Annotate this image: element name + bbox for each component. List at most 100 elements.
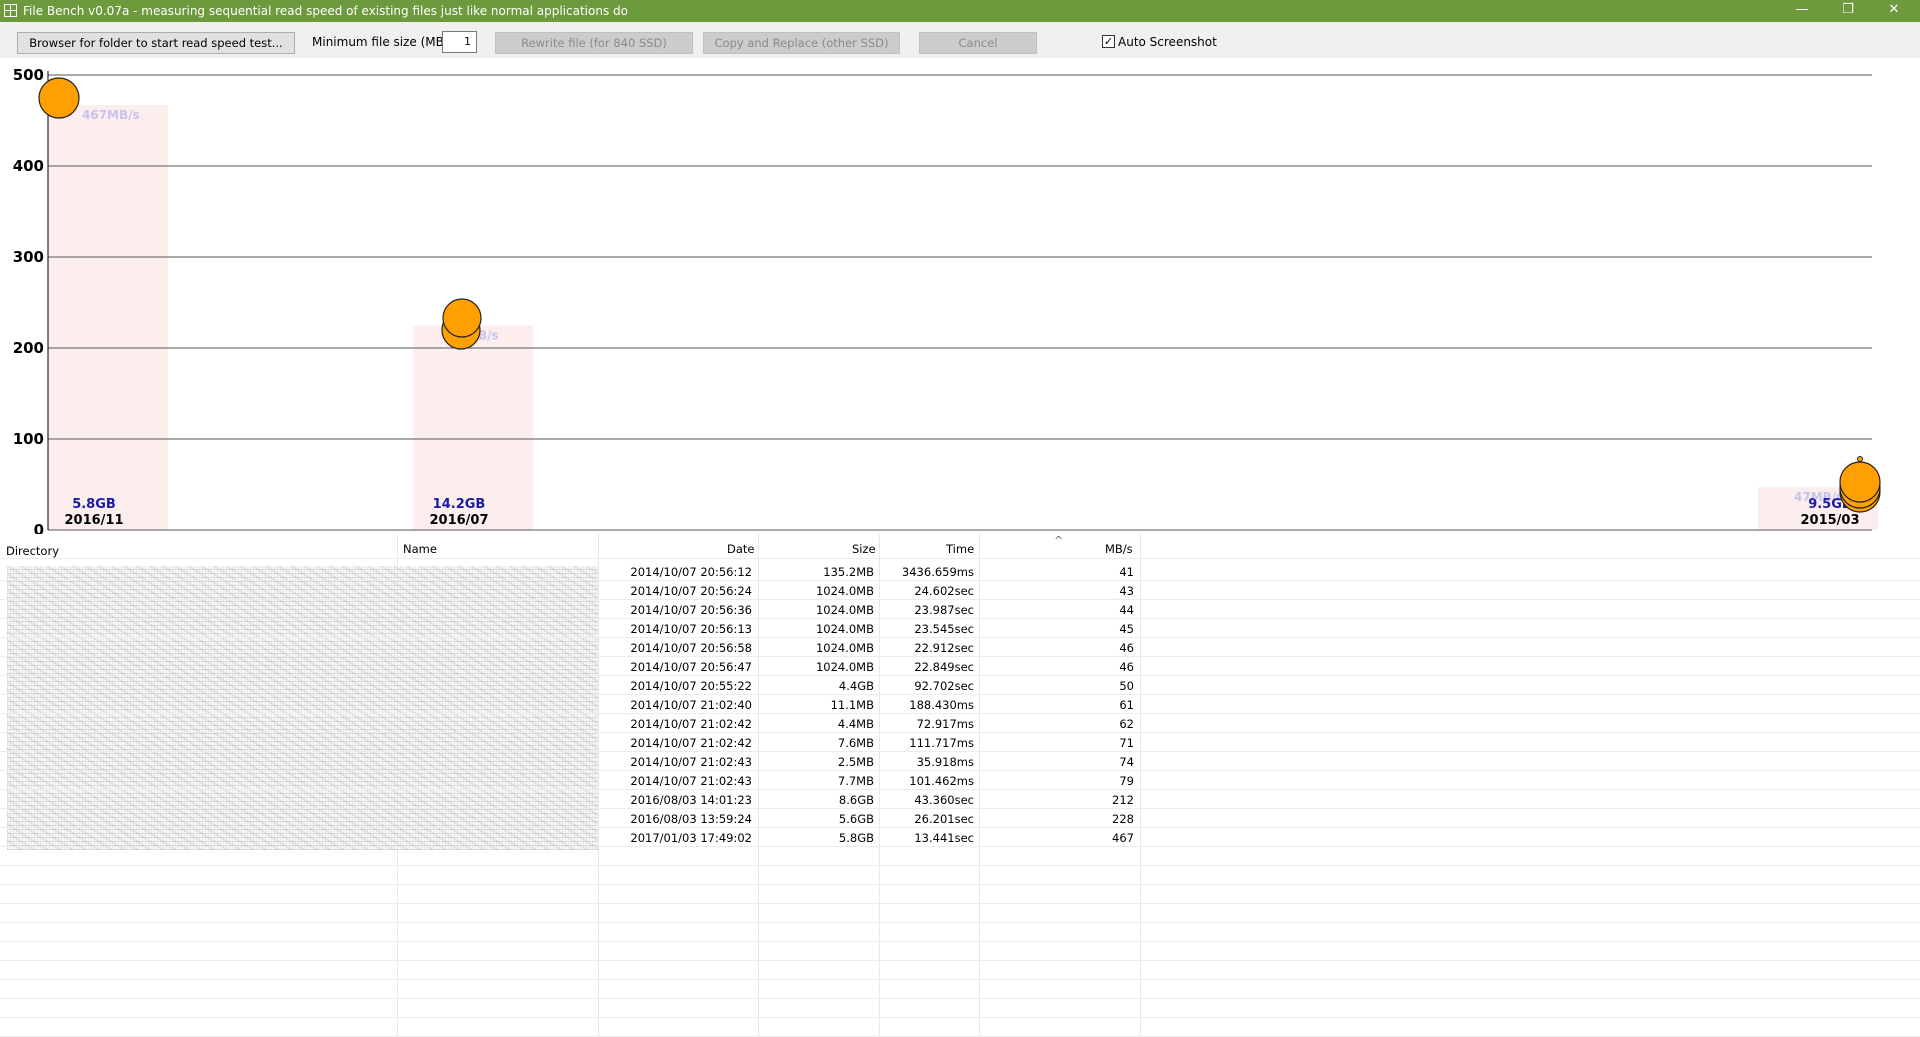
cell-size: 135.2MB [823, 565, 874, 579]
table-row[interactable]: 2014/10/07 21:02:43 2.5MB 35.918ms 74 [0, 752, 1920, 771]
row-divider [0, 960, 1920, 961]
table-row[interactable]: 2017/01/03 17:49:02 5.8GB 13.441sec 467 [0, 828, 1920, 847]
table-row[interactable]: 2014/10/07 20:56:36 1024.0MB 23.987sec 44 [0, 600, 1920, 619]
min-size-label: Minimum file size (MB): [312, 35, 453, 49]
cell-time: 92.702sec [914, 679, 974, 693]
results-table: Directory Name Date Size Time ^ MB/s 201… [0, 534, 1920, 1037]
header-time[interactable]: Time [946, 542, 974, 556]
cell-size: 4.4GB [838, 679, 874, 693]
row-divider [0, 941, 1920, 942]
cell-time: 188.430ms [909, 698, 974, 712]
header-size[interactable]: Size [852, 542, 876, 556]
restore-button[interactable]: ❐ [1825, 0, 1871, 22]
cell-time: 111.717ms [909, 736, 974, 750]
cell-date: 2014/10/07 20:56:36 [630, 603, 752, 617]
sort-ascending-icon: ^ [1054, 534, 1064, 547]
table-row[interactable]: 2014/10/07 20:56:12 135.2MB 3436.659ms 41 [0, 562, 1920, 581]
table-row[interactable]: 2016/08/03 13:59:24 5.6GB 26.201sec 228 [0, 809, 1920, 828]
data-point-marker-5 [1839, 461, 1881, 503]
header-directory[interactable]: Directory [6, 544, 59, 558]
y-tick-label: 200 [13, 339, 44, 357]
cell-time: 72.917ms [916, 717, 974, 731]
table-row[interactable]: 2014/10/07 21:02:42 4.4MB 72.917ms 62 [0, 714, 1920, 733]
app-grid-icon [4, 4, 17, 17]
cell-size: 1024.0MB [815, 641, 874, 655]
table-row[interactable]: 2014/10/07 20:56:58 1024.0MB 22.912sec 46 [0, 638, 1920, 657]
table-row[interactable]: 2016/08/03 14:01:23 8.6GB 43.360sec 212 [0, 790, 1920, 809]
bar-size-label: 14.2GB [433, 497, 486, 512]
rewrite-file-button[interactable]: Rewrite file (for 840 SSD) [495, 32, 693, 54]
cell-mbs: 46 [1119, 641, 1134, 655]
bar-0 [48, 105, 168, 530]
header-date[interactable]: Date [727, 542, 755, 556]
cell-time: 23.545sec [914, 622, 974, 636]
y-tick-label: 400 [13, 157, 44, 175]
cell-size: 5.6GB [838, 812, 874, 826]
table-row[interactable]: 2014/10/07 20:55:22 4.4GB 92.702sec 50 [0, 676, 1920, 695]
minimize-button[interactable]: — [1779, 0, 1825, 22]
cell-date: 2014/10/07 21:02:42 [630, 736, 752, 750]
row-divider [0, 922, 1920, 923]
table-row[interactable]: 2014/10/07 21:02:40 11.1MB 188.430ms 61 [0, 695, 1920, 714]
row-divider [0, 884, 1920, 885]
data-point-marker-2 [442, 298, 482, 338]
browse-folder-button[interactable]: Browser for folder to start read speed t… [17, 32, 295, 54]
cancel-button[interactable]: Cancel [919, 32, 1037, 54]
y-tick-label: 300 [13, 248, 44, 266]
y-tick-label: 100 [13, 430, 44, 448]
cell-mbs: 467 [1112, 831, 1134, 845]
auto-screenshot-checkbox[interactable]: ✓ [1102, 35, 1115, 48]
header-mbs[interactable]: MB/s [1105, 542, 1133, 556]
cell-date: 2014/10/07 20:56:24 [630, 584, 752, 598]
cell-time: 3436.659ms [901, 565, 974, 579]
cell-mbs: 45 [1119, 622, 1134, 636]
title-bar: File Bench v0.07a - measuring sequential… [0, 0, 1920, 22]
close-button[interactable]: ✕ [1871, 0, 1917, 22]
min-size-input[interactable]: 1 [442, 31, 477, 53]
cell-date: 2014/10/07 21:02:43 [630, 774, 752, 788]
cell-mbs: 44 [1119, 603, 1134, 617]
cell-mbs: 61 [1119, 698, 1134, 712]
cell-size: 4.4MB [837, 717, 874, 731]
cell-size: 1024.0MB [815, 603, 874, 617]
cell-date: 2014/10/07 21:02:43 [630, 755, 752, 769]
cell-mbs: 41 [1119, 565, 1134, 579]
table-row[interactable]: 2014/10/07 20:56:47 1024.0MB 22.849sec 46 [0, 657, 1920, 676]
header-name[interactable]: Name [403, 542, 437, 556]
cell-mbs: 212 [1112, 793, 1134, 807]
bar-date-label: 2015/03 [1800, 513, 1859, 528]
data-point-marker-small [1857, 456, 1863, 462]
cell-time: 22.912sec [914, 641, 974, 655]
bar-size-label: 5.8GB [72, 497, 116, 512]
cell-mbs: 46 [1119, 660, 1134, 674]
cell-date: 2016/08/03 14:01:23 [630, 793, 752, 807]
row-divider [0, 998, 1920, 999]
cell-date: 2014/10/07 21:02:40 [630, 698, 752, 712]
cell-mbs: 228 [1112, 812, 1134, 826]
cell-date: 2014/10/07 20:56:47 [630, 660, 752, 674]
y-tick-label: 500 [13, 66, 44, 84]
cell-mbs: 62 [1119, 717, 1134, 731]
data-point-marker-0 [38, 77, 80, 119]
cell-size: 8.6GB [838, 793, 874, 807]
cell-date: 2014/10/07 20:56:58 [630, 641, 752, 655]
cell-mbs: 71 [1119, 736, 1134, 750]
checkmark-icon: ✓ [1103, 35, 1114, 48]
cell-size: 2.5MB [837, 755, 874, 769]
cell-time: 23.987sec [914, 603, 974, 617]
bar-value-label: 467MB/s [82, 108, 140, 122]
row-divider [0, 846, 1920, 847]
row-divider [0, 1017, 1920, 1018]
cell-date: 2014/10/07 20:56:12 [630, 565, 752, 579]
cell-time: 24.602sec [914, 584, 974, 598]
copy-replace-button[interactable]: Copy and Replace (other SSD) [703, 32, 900, 54]
bar-date-label: 2016/11 [64, 513, 123, 528]
table-row[interactable]: 2014/10/07 20:56:13 1024.0MB 23.545sec 45 [0, 619, 1920, 638]
cell-mbs: 74 [1119, 755, 1134, 769]
speed-chart: 0 100 200 300 400 500 467MB/s 5.8GB2016/11 B/s 14… [13, 66, 1881, 534]
table-row[interactable]: 2014/10/07 21:02:43 7.7MB 101.462ms 79 [0, 771, 1920, 790]
table-row[interactable]: 2014/10/07 21:02:42 7.6MB 111.717ms 71 [0, 733, 1920, 752]
table-row[interactable]: 2014/10/07 20:56:24 1024.0MB 24.602sec 43 [0, 581, 1920, 600]
cell-mbs: 50 [1119, 679, 1134, 693]
cell-size: 1024.0MB [815, 660, 874, 674]
